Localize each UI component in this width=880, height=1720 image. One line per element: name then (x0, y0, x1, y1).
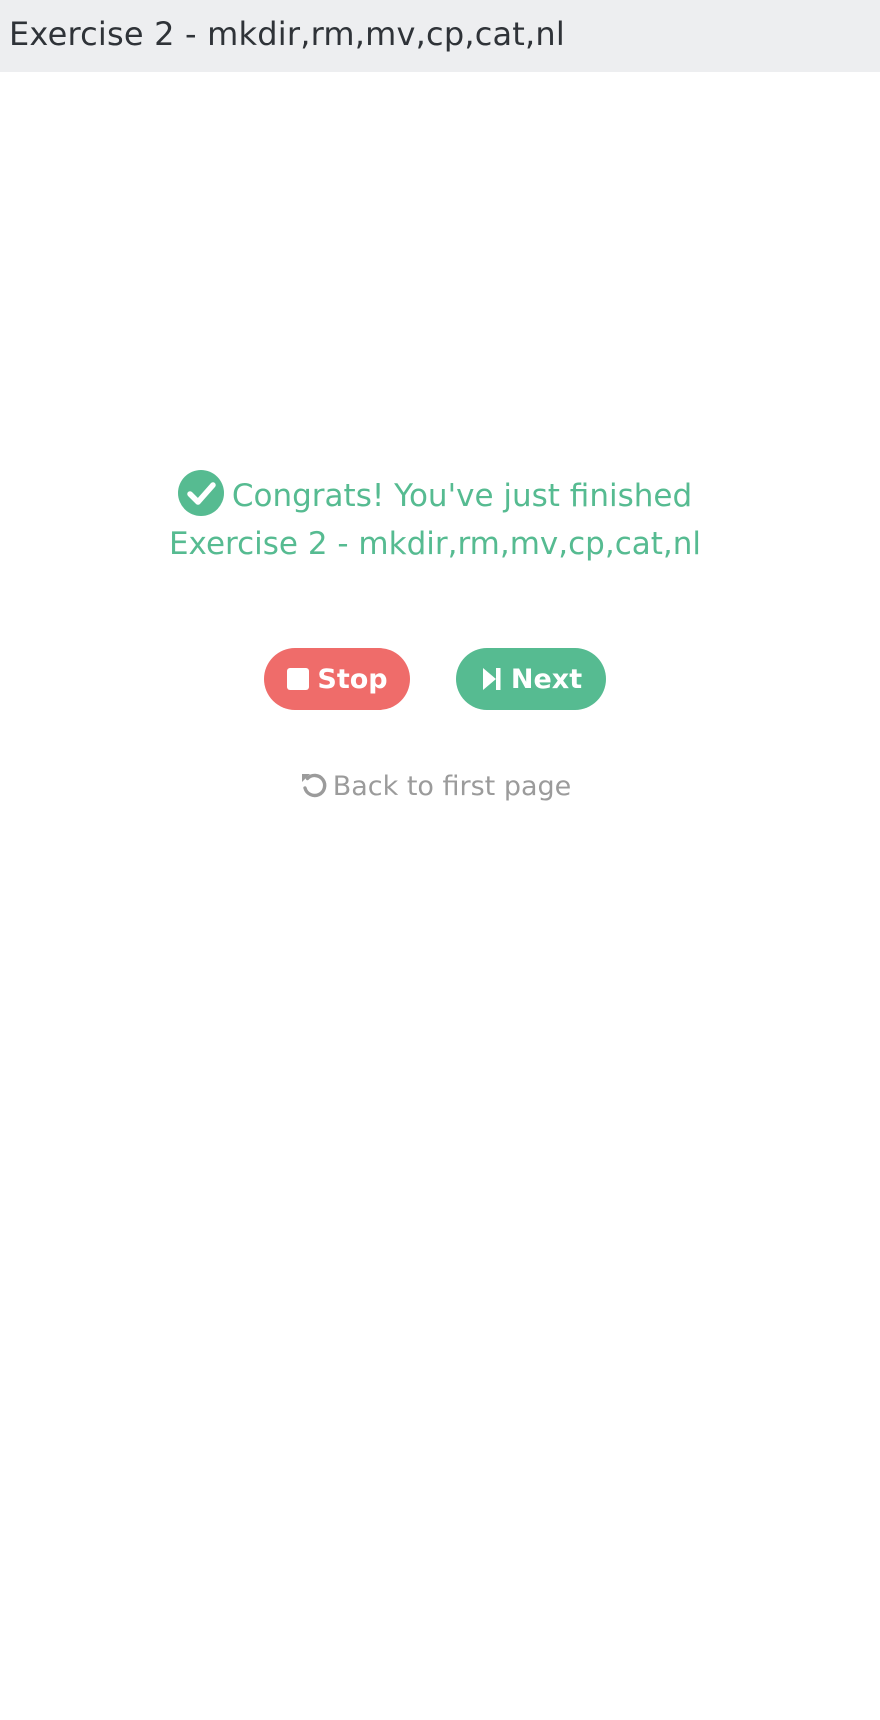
stop-icon (287, 668, 310, 690)
page-header: Exercise 2 - mkdir,rm,mv,cp,cat,nl (0, 0, 880, 72)
next-button[interactable]: Next (456, 648, 606, 710)
congrats-text: Congrats! You've just finished (231, 478, 693, 514)
action-buttons: Stop Next (0, 648, 870, 710)
stop-button[interactable]: Stop (264, 648, 410, 710)
undo-icon (301, 773, 327, 798)
step-forward-icon (482, 668, 501, 690)
congrats-message: Congrats! You've just finished Exercise … (0, 470, 870, 568)
exercise-name: Exercise 2 - mkdir,rm,mv,cp,cat,nl (168, 526, 702, 562)
congrats-line-1: Congrats! You've just finished (0, 470, 870, 520)
check-circle-icon (177, 470, 224, 516)
back-to-first-page-link[interactable]: Back to first page (0, 770, 870, 802)
stop-button-label: Stop (317, 663, 388, 695)
next-button-label: Next (510, 663, 583, 695)
back-link-label: Back to first page (332, 771, 572, 802)
page-title: Exercise 2 - mkdir,rm,mv,cp,cat,nl (9, 15, 566, 53)
